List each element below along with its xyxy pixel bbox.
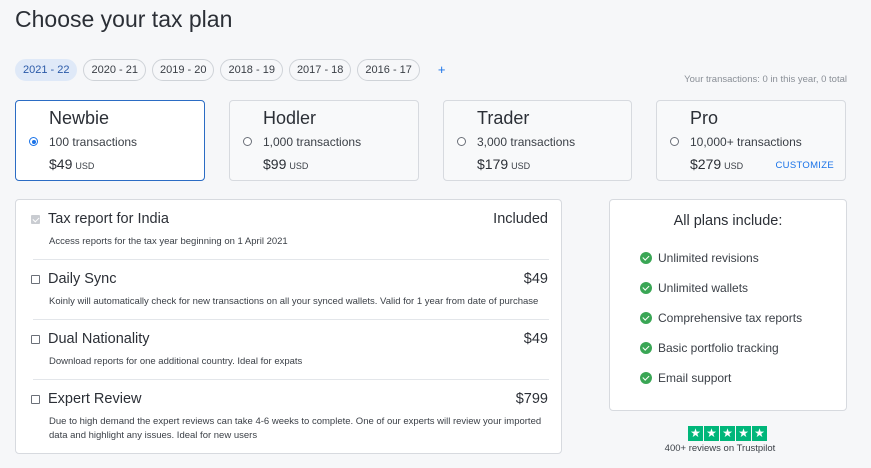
plan-radio-trader[interactable]	[457, 137, 466, 146]
year-tab-2017-18[interactable]: 2017 - 18	[288, 59, 352, 81]
check-circle-icon	[640, 342, 652, 354]
year-tab-2016-17[interactable]: 2016 - 17	[357, 59, 420, 81]
addon-price: $799	[515, 391, 548, 407]
year-tabs: 2021 - 22 2020 - 21 2019 - 20 2018 - 19 …	[15, 59, 446, 81]
feature-item: Unlimited wallets	[640, 281, 748, 295]
addon-title: Daily Sync	[48, 271, 117, 287]
check-circle-icon	[640, 372, 652, 384]
addon-title: Dual Nationality	[48, 331, 150, 347]
plan-price-value: $99	[263, 156, 287, 172]
star-icon: ★	[688, 426, 703, 441]
plan-transactions: 100 transactions	[49, 135, 138, 149]
check-circle-icon	[640, 312, 652, 324]
plan-name: Trader	[477, 108, 530, 128]
plan-transactions: 3,000 transactions	[477, 135, 576, 149]
customize-link[interactable]: CUSTOMIZE	[776, 160, 834, 171]
check-circle-icon	[640, 282, 652, 294]
addon-checkbox[interactable]	[31, 395, 40, 404]
addon-daily-sync: Daily Sync $49 Koinly will automatically…	[16, 260, 561, 320]
transactions-summary: Your transactions: 0 in this year, 0 tot…	[684, 74, 847, 85]
plan-name: Hodler	[263, 108, 317, 128]
plan-currency: USD	[724, 161, 744, 171]
plan-currency: USD	[511, 161, 531, 171]
star-icon: ★	[704, 426, 719, 441]
plan-price: $179 USD	[477, 156, 530, 172]
page-title: Choose your tax plan	[15, 6, 233, 32]
addon-tax-report: Tax report for India Included Access rep…	[16, 200, 561, 260]
plan-currency: USD	[289, 161, 309, 171]
plan-transactions: 10,000+ transactions	[690, 135, 802, 149]
plan-card-newbie[interactable]: Newbie 100 transactions $49 USD	[15, 100, 205, 181]
plan-radio-newbie[interactable]	[29, 137, 38, 146]
feature-item: Basic portfolio tracking	[640, 341, 779, 355]
year-tab-2018-19[interactable]: 2018 - 19	[220, 59, 283, 81]
plan-radio-pro[interactable]	[670, 137, 679, 146]
star-icon: ★	[752, 426, 767, 441]
year-tab-2020-21[interactable]: 2020 - 21	[83, 59, 146, 81]
plan-price-value: $49	[49, 156, 73, 172]
plan-features-panel: All plans include: Unlimited revisions U…	[609, 199, 847, 411]
addon-description: Koinly will automatically check for new …	[49, 296, 539, 307]
addon-description: Download reports for one additional coun…	[49, 356, 303, 367]
plan-currency: USD	[75, 161, 95, 171]
star-icon: ★	[720, 426, 735, 441]
add-year-button[interactable]: +	[438, 60, 446, 80]
feature-label: Unlimited revisions	[658, 251, 759, 265]
feature-item: Unlimited revisions	[640, 251, 759, 265]
addon-dual-nationality: Dual Nationality $49 Download reports fo…	[16, 320, 561, 380]
plan-card-hodler[interactable]: Hodler 1,000 transactions $99 USD	[229, 100, 419, 181]
addon-description: Access reports for the tax year beginnin…	[49, 236, 288, 247]
check-circle-icon	[640, 252, 652, 264]
feature-label: Comprehensive tax reports	[658, 311, 803, 325]
addons-panel: Tax report for India Included Access rep…	[15, 199, 562, 454]
addon-price: $49	[523, 331, 548, 347]
plan-radio-hodler[interactable]	[243, 137, 252, 146]
plan-name: Newbie	[49, 108, 110, 128]
plan-card-trader[interactable]: Trader 3,000 transactions $179 USD	[443, 100, 632, 181]
addon-price: Included	[493, 211, 548, 227]
trustpilot-text[interactable]: 400+ reviews on Trustpilot	[620, 443, 820, 454]
addon-title: Tax report for India	[48, 211, 169, 227]
addon-checkbox[interactable]	[31, 275, 40, 284]
plan-card-pro[interactable]: Pro 10,000+ transactions $279 USD CUSTOMI…	[656, 100, 846, 181]
feature-item: Comprehensive tax reports	[640, 311, 802, 325]
plan-features-title: All plans include:	[673, 213, 783, 229]
trustpilot-stars[interactable]: ★ ★ ★ ★ ★	[688, 426, 767, 441]
plan-price: $279 USD	[690, 156, 743, 172]
plan-price-value: $179	[477, 156, 509, 172]
addon-expert-review: Expert Review $799 Due to high demand th…	[16, 380, 561, 454]
addon-checkbox[interactable]	[31, 335, 40, 344]
addon-title: Expert Review	[48, 391, 142, 407]
plan-transactions: 1,000 transactions	[263, 135, 362, 149]
feature-item: Email support	[640, 371, 731, 385]
addon-checkbox	[31, 215, 40, 224]
feature-label: Email support	[658, 371, 732, 385]
addon-description: Due to high demand the expert reviews ca…	[49, 416, 542, 441]
plan-price: $49 USD	[49, 156, 94, 172]
plan-name: Pro	[690, 108, 719, 128]
plan-price-value: $279	[690, 156, 722, 172]
feature-label: Unlimited wallets	[658, 281, 749, 295]
addon-price: $49	[523, 271, 548, 287]
feature-label: Basic portfolio tracking	[658, 341, 779, 355]
star-icon: ★	[736, 426, 751, 441]
plan-price: $99 USD	[263, 156, 308, 172]
year-tab-2021-22[interactable]: 2021 - 22	[15, 59, 78, 81]
year-tab-2019-20[interactable]: 2019 - 20	[151, 59, 215, 81]
